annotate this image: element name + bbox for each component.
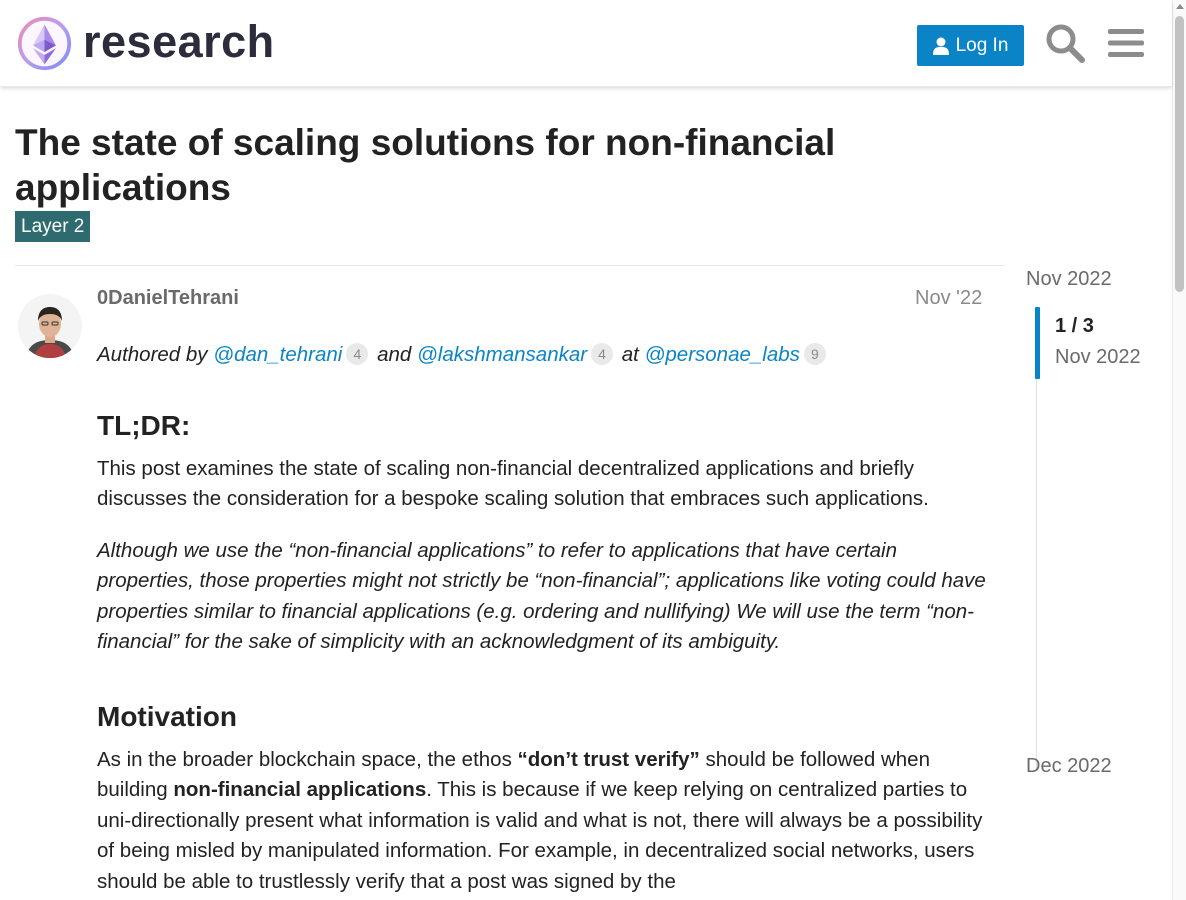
- timeline-position: 1 / 3: [1055, 315, 1094, 337]
- site-logo[interactable]: research: [16, 15, 275, 72]
- scroll-up-arrow-icon[interactable]: [1176, 4, 1184, 9]
- disclaimer-paragraph: Although we use the “non-financial appli…: [97, 538, 986, 654]
- hamburger-menu-icon: [1108, 29, 1144, 57]
- topic-title[interactable]: The state of scaling solutions for non-f…: [15, 120, 915, 210]
- timeline-start-date[interactable]: Nov 2022: [1026, 268, 1112, 291]
- avatar[interactable]: [18, 294, 82, 358]
- login-label: Log In: [955, 34, 1009, 56]
- timeline-end-date[interactable]: Dec 2022: [1026, 755, 1112, 778]
- user-icon: [932, 37, 949, 55]
- hamburger-menu-button[interactable]: [1104, 20, 1148, 66]
- heading-tldr: TL;DR:: [97, 409, 191, 441]
- search-button[interactable]: [1043, 20, 1087, 66]
- login-button[interactable]: Log In: [917, 25, 1024, 66]
- and-word: and: [377, 343, 412, 366]
- mention-dan-tehrani[interactable]: @dan_tehrani: [213, 343, 342, 366]
- mention-count: 4: [591, 343, 614, 365]
- category-badge[interactable]: Layer 2: [15, 211, 91, 242]
- logo-text: research: [83, 16, 275, 67]
- at-word: at: [621, 343, 639, 366]
- mention-count: 4: [346, 343, 369, 365]
- post-body: Authored by @dan_tehrani 4 and @lakshmans…: [97, 340, 992, 900]
- page-scrollbar[interactable]: [1172, 0, 1186, 900]
- post-date[interactable]: Nov '22: [915, 287, 982, 310]
- timeline-position-date: Nov 2022: [1055, 346, 1141, 368]
- timeline-handle[interactable]: [1035, 307, 1040, 379]
- post-author[interactable]: 0DanielTehrani: [97, 287, 239, 310]
- search-icon: [1046, 24, 1085, 63]
- mention-count: 9: [803, 343, 826, 365]
- mention-lakshmansankar[interactable]: @lakshmansankar: [417, 343, 587, 366]
- mention-personae-labs[interactable]: @personae_labs: [645, 343, 800, 366]
- scroll-thumb[interactable]: [1175, 16, 1184, 292]
- title-divider: [15, 265, 1005, 266]
- motivation-bold: “don’t trust verify”: [517, 747, 700, 771]
- motivation-paragraph: As in the broader blockchain space, the …: [97, 745, 992, 898]
- heading-motivation: Motivation: [97, 700, 237, 732]
- tldr-paragraph: This post examines the state of scaling …: [97, 456, 929, 511]
- motivation-bold: non-financial applications: [173, 778, 427, 801]
- avatar-image: [18, 294, 82, 358]
- authored-prefix: Authored by: [97, 343, 208, 366]
- site-header: research Log In: [0, 0, 1172, 87]
- authored-line: Authored by @dan_tehrani 4 and @lakshmans…: [97, 340, 992, 371]
- ethereum-research-logo-icon: [17, 16, 72, 71]
- motivation-text: As in the broader blockchain space, the …: [97, 747, 518, 771]
